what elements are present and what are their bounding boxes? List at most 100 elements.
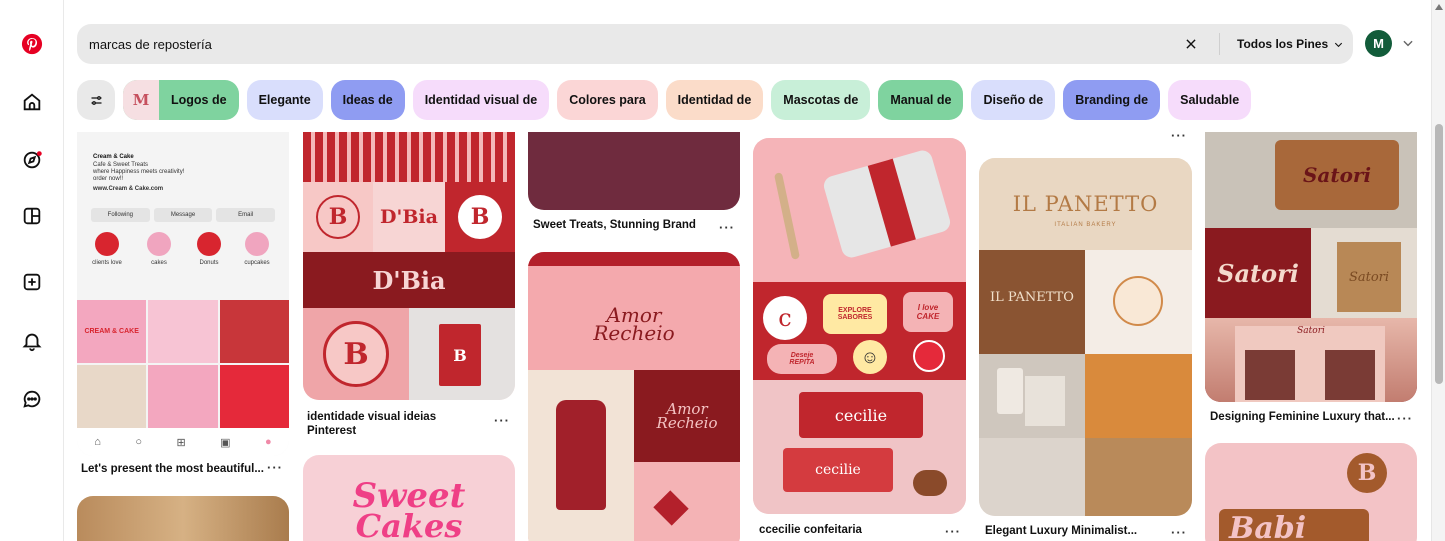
pin-il-panetto[interactable]: IL PANETTO ITALIAN BAKERY IL PANETTO (979, 158, 1192, 516)
smiley-sticker: ☺ (853, 340, 887, 374)
profile-bio-3: order now!! (93, 176, 124, 182)
chip-saludable[interactable]: Saludable (1168, 80, 1252, 120)
sticker-text: CAKE (916, 312, 940, 321)
more-options-icon[interactable]: ··· (719, 220, 735, 235)
chip-label: Diseño de (983, 93, 1044, 107)
explore-icon[interactable] (18, 146, 46, 174)
pin-cecilie[interactable]: c EXPLORE SABORES I love CAKE Deseje REPITA… (753, 138, 966, 514)
love-cake-sticker: I love CAKE (903, 292, 953, 332)
notifications-bell-icon[interactable] (18, 327, 46, 355)
dark-brand-tile: Amor Recheio (634, 370, 740, 462)
pin-satori[interactable]: Satori Satori Satori Satori (1205, 110, 1417, 402)
create-icon[interactable] (18, 268, 46, 296)
pin-sweet-cakes[interactable]: Sweet Cakes (303, 455, 515, 541)
chip-colores-para[interactable]: Colores para (557, 80, 658, 120)
paper-bag (1025, 376, 1065, 426)
chip-label: Mascotas de (783, 93, 859, 107)
reels-icon: ▣ (220, 436, 231, 449)
pin-amor-recheio[interactable]: Amor Recheio Amor Recheio (528, 252, 740, 541)
pin-type-dropdown[interactable]: Todos los Pines (1237, 24, 1344, 64)
bag-tile (979, 438, 1085, 516)
brand-wordmark: IL PANETTO (1012, 192, 1159, 216)
profile-bottom-nav: ⌂ ○ ⊞ ▣ ● (77, 428, 289, 456)
close-svg (1186, 39, 1196, 49)
chip-logos-de[interactable]: M Logos de (123, 80, 239, 120)
brand-line-2: Recheio (593, 321, 675, 345)
account-chevron-down-icon[interactable] (1401, 36, 1415, 50)
messages-svg (23, 390, 41, 408)
lunchbox-tile (753, 138, 966, 282)
brand-wordmark-small: IL PANETTO (990, 290, 1074, 305)
post-tile: CREAM & CAKE (77, 300, 147, 363)
brand-wordmark-large: D'Bia (303, 252, 515, 308)
highlight-circle (245, 232, 269, 256)
boards-svg (23, 207, 41, 225)
pin-caption[interactable]: Sweet Treats, Stunning Brand (533, 218, 696, 232)
bag-photo-tile: Satori (1311, 228, 1417, 318)
chip-mascotas-de[interactable]: Mascotas de (771, 80, 871, 120)
pin-caption[interactable]: Designing Feminine Luxury that... (1210, 410, 1395, 424)
chip-diseno-de[interactable]: Diseño de (971, 80, 1056, 120)
pin-caption[interactable]: Let's present the most beautiful... (81, 462, 264, 476)
highlight-label: cupcakes (244, 260, 270, 266)
more-options-icon[interactable]: ··· (267, 460, 283, 475)
logo-sticker: c (763, 296, 807, 340)
pin-cream-cake[interactable]: Cream & Cake Cafe & Sweet Treats where H… (77, 110, 289, 456)
chip-identidad-de[interactable]: Identidad de (665, 80, 764, 120)
search-input[interactable] (89, 24, 1169, 64)
account-avatar[interactable]: M (1365, 30, 1392, 57)
search-icon: ○ (135, 436, 143, 448)
profile-name: Cream & Cake (93, 154, 134, 160)
brand-wordmark: D'Bia (373, 182, 445, 252)
search-filters-button[interactable] (77, 80, 115, 120)
chip-label: Logos de (171, 93, 227, 107)
post-tile (219, 300, 289, 363)
chip-ideas-de[interactable]: Ideas de (330, 80, 405, 120)
pinterest-logo-icon[interactable] (18, 30, 46, 58)
chip-branding-de[interactable]: Branding de (1063, 80, 1161, 120)
sticker-text: I love (917, 303, 939, 312)
chip-manual-de[interactable]: Manual de (878, 80, 964, 120)
pin-dbia[interactable]: B D'Bia B D'Bia B B (303, 110, 515, 400)
chip-identidad-visual-de[interactable]: Identidad visual de (412, 80, 550, 120)
explore-sticker: EXPLORE SABORES (823, 294, 887, 334)
highlight-circle (147, 232, 171, 256)
brand-wordmark: Satori (1205, 228, 1311, 318)
more-options-icon[interactable]: ··· (494, 413, 510, 428)
chip-elegante[interactable]: Elegante (246, 80, 323, 120)
box-tile: cecilie cecilie (753, 380, 966, 514)
pin-caption[interactable]: ccecilie confeitaria (759, 523, 862, 537)
pin-caption[interactable]: identidade visual ideias Pinterest (307, 410, 477, 438)
profile-buttons: Following Message Email (91, 208, 276, 222)
bag-mockup-tile: B (409, 308, 515, 400)
profile-bio-1: Cafe & Sweet Treats (93, 162, 149, 168)
apron-tile (528, 370, 634, 541)
page-scrollbar[interactable] (1431, 0, 1445, 541)
monogram-logo: B (323, 321, 389, 387)
home-icon[interactable] (18, 88, 46, 116)
chip-label: Elegante (258, 93, 311, 107)
pin-caption[interactable]: Elegant Luxury Minimalist... (985, 524, 1137, 538)
monogram-logo: B (316, 195, 360, 239)
explore-svg (23, 151, 42, 169)
storefront-sign: Satori (1297, 326, 1325, 336)
scrollbar-thumb[interactable] (1435, 124, 1443, 384)
clear-search-icon[interactable] (1181, 34, 1201, 54)
scroll-up-arrow-icon[interactable] (1435, 4, 1443, 10)
pin-babi[interactable]: B Babi (1205, 443, 1417, 541)
messages-icon[interactable] (18, 385, 46, 413)
logo-tile: B (303, 182, 373, 252)
more-options-icon[interactable]: ··· (1171, 525, 1187, 540)
heart-shape (653, 490, 689, 526)
chip-label: Identidad de (677, 93, 752, 107)
boards-icon[interactable] (18, 202, 46, 230)
more-options-icon[interactable]: ··· (1397, 411, 1413, 426)
post-tile (77, 365, 147, 428)
shopping-bag: B (439, 324, 481, 386)
highlight-circle (95, 232, 119, 256)
chip-thumbnail: M (123, 80, 159, 120)
wooden-fork (773, 172, 801, 260)
pin-kraft-packaging[interactable] (77, 496, 289, 541)
more-options-icon[interactable]: ··· (945, 524, 961, 539)
round-logo-tile: B (303, 308, 409, 400)
